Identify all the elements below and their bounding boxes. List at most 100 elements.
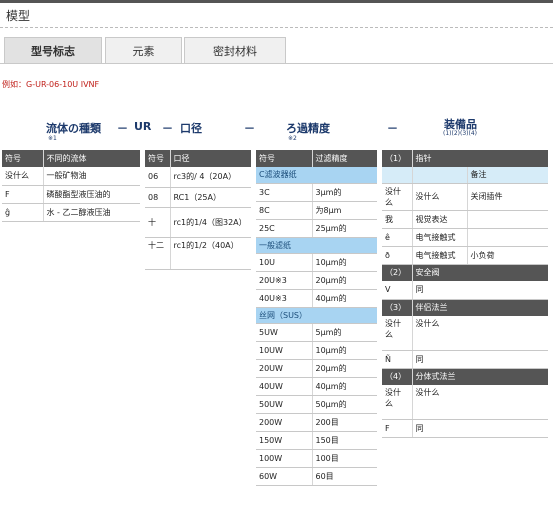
page-title: 模型 — [6, 9, 31, 23]
code-cell: 20U※3 — [256, 271, 312, 290]
description-cell: 没什么 — [411, 316, 548, 351]
code-cell: 100W — [256, 449, 312, 468]
port-size-heading: 口径 — [180, 122, 202, 135]
group-header: C滤波器纸 — [256, 167, 377, 184]
example-code: 例如：G-UR-06-10U IVNF — [2, 80, 100, 89]
description-cell: rc1的1/4（图32A） — [169, 207, 251, 238]
section-number: （4） — [382, 368, 412, 385]
code-cell: 我 — [382, 210, 412, 229]
value-cell: 10μm的 — [311, 253, 377, 272]
group-header: 丝网（SUS） — [256, 307, 377, 324]
separator-dash: － — [387, 122, 398, 135]
description-cell: 同 — [411, 419, 548, 438]
code-cell: 20UW — [256, 359, 312, 378]
code-cell: 10UW — [256, 341, 312, 360]
code-cell: 3C — [256, 183, 312, 202]
value-cell: 5μm的 — [311, 323, 377, 342]
section-number: （1） — [382, 150, 412, 167]
table-row: ĝ 水 - 乙二醇液压油 — [2, 203, 140, 222]
description-cell: 电气接触式 — [411, 228, 467, 247]
code-cell: 十二 — [145, 237, 170, 270]
code-cell: 十 — [145, 207, 170, 238]
code-cell: 40UW — [256, 377, 312, 396]
tab-model-code[interactable]: 型号标志 — [4, 37, 102, 64]
code-cell: F — [2, 185, 43, 204]
tab-seal-material[interactable]: 密封材料 — [184, 37, 286, 64]
description-cell: 视觉表达 — [411, 210, 467, 229]
description-cell: rc3的/ 4（20A） — [169, 167, 251, 188]
remark-cell — [466, 210, 548, 229]
title-divider — [0, 27, 553, 28]
description-cell: 没什么 — [411, 385, 548, 420]
value-cell: 10μm的 — [311, 341, 377, 360]
top-bar — [0, 0, 553, 3]
separator-dash: － — [162, 122, 173, 135]
tab-divider — [0, 63, 553, 64]
remark-cell: 小负荷 — [466, 246, 548, 265]
table-row: 没什么 一般矿物油 — [2, 167, 140, 186]
accessories-note: (1)(2)(3)(4) — [443, 130, 477, 137]
code-cell: ê — [382, 228, 412, 247]
table-row: 08 RC1（25A） — [145, 187, 251, 208]
value-cell: 40μm的 — [311, 289, 377, 308]
tab-elements[interactable]: 元素 — [105, 37, 182, 64]
value-cell: 200目 — [311, 413, 377, 432]
fluid-type-heading: 流体の種類 — [46, 122, 101, 135]
code-cell: 08 — [145, 187, 170, 208]
value-cell: 150目 — [311, 431, 377, 450]
value-cell: 60目 — [311, 467, 377, 486]
table-row: F 磷酸酯型液压油的 — [2, 185, 140, 204]
code-cell: 没什么 — [382, 385, 412, 420]
code-cell: ĝ — [2, 203, 43, 222]
value-cell: 50μm的 — [311, 395, 377, 414]
code-cell: V — [382, 281, 412, 300]
code-cell: ð — [382, 246, 412, 265]
remark-header: 备注 — [466, 167, 548, 184]
description-cell: 同 — [411, 350, 548, 369]
port-size-table: 符号 口径 06 rc3的/ 4（20A） 08 RC1（25A） 十 rc1的… — [145, 150, 251, 270]
separator-dash: － — [244, 122, 255, 135]
code-cell: 06 — [145, 167, 170, 188]
code-cell: 8C — [256, 201, 312, 220]
value-cell: 40μm的 — [311, 377, 377, 396]
value-cell: 为8μm — [311, 201, 377, 220]
description-cell: 没什么 — [411, 183, 467, 211]
value-cell: 3μm的 — [311, 183, 377, 202]
value-cell: 20μm的 — [311, 359, 377, 378]
separator-dash: － — [117, 122, 128, 135]
value-cell: 20μm的 — [311, 271, 377, 290]
column-header: 符号 — [256, 150, 312, 167]
code-cell: 10U — [256, 253, 312, 272]
section-number: （3） — [382, 299, 412, 316]
description-cell: 磷酸酯型液压油的 — [42, 185, 140, 204]
accessories-table: （1） 指针 备注 没什么 没什么 关闭插件 我视觉表达 ê 电气接触式 ð 电气接触式… — [382, 150, 548, 438]
remark-cell: 关闭插件 — [466, 183, 548, 211]
code-cell: 60W — [256, 467, 312, 486]
section-number: （2） — [382, 264, 412, 281]
group-header: 一般滤纸 — [256, 237, 377, 254]
column-header: 口径 — [169, 150, 251, 167]
description-cell: RC1（25A） — [169, 187, 251, 208]
value-cell: 25μm的 — [311, 219, 377, 238]
table-row: 十 rc1的1/4（图32A） — [145, 207, 251, 238]
code-cell: F — [382, 419, 412, 438]
fluid-type-table: 符号 不同的流体 没什么 一般矿物油 F 磷酸酯型液压油的 ĝ 水 - 乙二醇液… — [2, 150, 140, 222]
filter-precision-heading: ろ過精度 — [286, 122, 330, 135]
section-title: 分体式法兰 — [411, 368, 548, 385]
section-title: 伴侣法兰 — [411, 299, 548, 316]
code-cell: 没什么 — [2, 167, 43, 186]
column-header: 过滤精度 — [311, 150, 377, 167]
section-title: 指针 — [411, 150, 548, 167]
description-cell: 电气接触式 — [411, 246, 467, 265]
code-cell: 200W — [256, 413, 312, 432]
code-cell: Ñ — [382, 350, 412, 369]
code-cell: 没什么 — [382, 183, 412, 211]
code-cell: 50UW — [256, 395, 312, 414]
description-cell: 同 — [411, 281, 548, 300]
column-header: 符号 — [2, 150, 43, 167]
description-cell: 水 - 乙二醇液压油 — [42, 203, 140, 222]
column-header: 符号 — [145, 150, 170, 167]
series-code: UR — [134, 120, 152, 133]
code-cell: 5UW — [256, 323, 312, 342]
description-cell: 一般矿物油 — [42, 167, 140, 186]
